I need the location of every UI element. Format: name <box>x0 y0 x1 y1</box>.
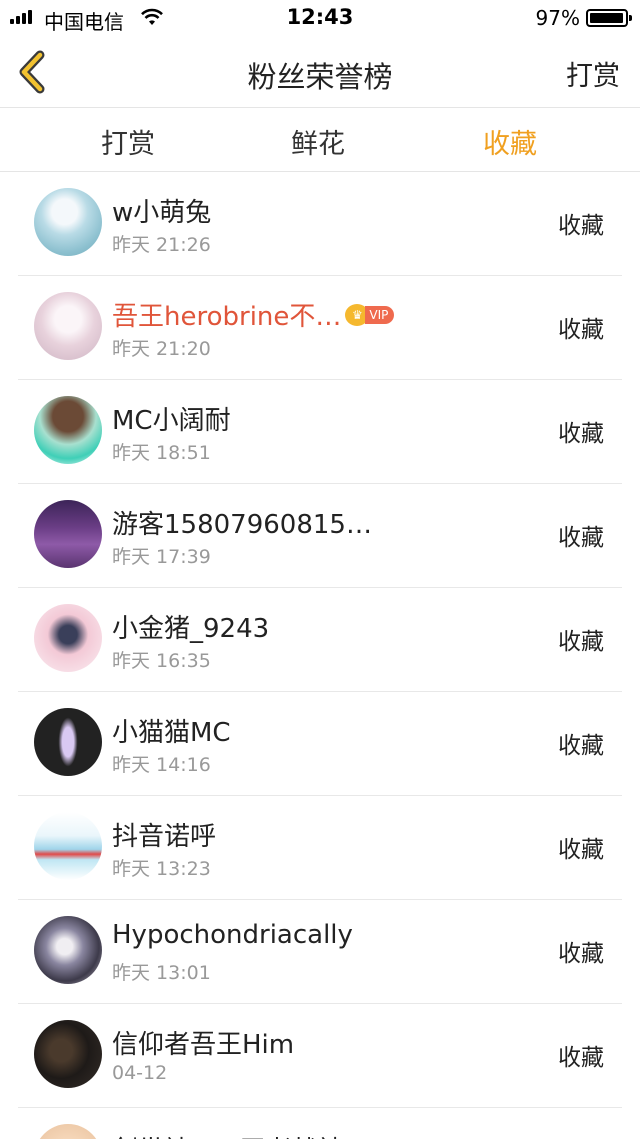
user-name: 剑世神HIM王者战神 <box>112 1130 344 1139</box>
battery-percent: 97% <box>535 6 580 30</box>
tab-flowers[interactable]: 鲜花 <box>248 122 388 161</box>
action-label: 收藏 <box>558 421 604 447</box>
action-label: 收藏 <box>558 837 604 863</box>
list-item[interactable]: 小猫猫MC 昨天 14:16 收藏 <box>18 692 622 796</box>
battery-icon <box>586 9 632 27</box>
user-name: 小猫猫MC <box>112 718 231 748</box>
list-item[interactable]: 小金猪_9243 昨天 16:35 收藏 <box>18 588 622 692</box>
list-item[interactable]: 剑世神HIM王者战神 <box>18 1108 622 1139</box>
tab-favorites[interactable]: 收藏 <box>440 122 580 161</box>
avatar[interactable] <box>34 500 102 568</box>
avatar[interactable] <box>34 396 102 464</box>
list-item[interactable]: MC小阔耐 昨天 18:51 收藏 <box>18 380 622 484</box>
tab-bar: 打赏 鲜花 收藏 <box>0 108 640 172</box>
action-label: 收藏 <box>558 317 604 343</box>
user-name: w小萌兔 <box>112 198 212 228</box>
avatar[interactable] <box>34 708 102 776</box>
action-label: 收藏 <box>558 941 604 967</box>
avatar[interactable] <box>34 292 102 360</box>
action-label: 收藏 <box>558 1045 604 1071</box>
user-name: 吾王herobrine不… <box>112 302 342 332</box>
user-name: 游客15807960815… <box>112 510 372 540</box>
timestamp: 昨天 21:20 <box>112 338 211 360</box>
action-label: 收藏 <box>558 629 604 655</box>
list-item[interactable]: Hypochondriacally 昨天 13:01 收藏 <box>18 900 622 1004</box>
timestamp: 昨天 21:26 <box>112 234 211 256</box>
avatar[interactable] <box>34 604 102 672</box>
list-item[interactable]: 信仰者吾王Him 04-12 收藏 <box>18 1004 622 1108</box>
user-name: 信仰者吾王Him <box>112 1030 295 1060</box>
list-item[interactable]: 吾王herobrine不… ♛ VIP 昨天 21:20 收藏 <box>18 276 622 380</box>
vip-label: VIP <box>365 305 395 324</box>
status-bar: 中国电信 12:43 97% <box>0 0 640 36</box>
avatar[interactable] <box>34 1124 102 1139</box>
timestamp: 昨天 13:23 <box>112 858 211 880</box>
timestamp: 昨天 18:51 <box>112 442 211 464</box>
list-item[interactable]: 游客15807960815… 昨天 17:39 收藏 <box>18 484 622 588</box>
list-item[interactable]: 抖音诺呼 昨天 13:23 收藏 <box>18 796 622 900</box>
user-name: 小金猪_9243 <box>112 614 270 644</box>
avatar[interactable] <box>34 188 102 256</box>
nav-bar: 粉丝荣誉榜 打赏 <box>0 36 640 108</box>
user-name: 抖音诺呼 <box>112 822 217 852</box>
avatar[interactable] <box>34 812 102 880</box>
fan-list: w小萌兔 昨天 21:26 收藏 吾王herobrine不… ♛ VIP 昨天 … <box>0 172 640 1139</box>
avatar[interactable] <box>34 916 102 984</box>
timestamp: 昨天 17:39 <box>112 546 211 568</box>
timestamp: 昨天 14:16 <box>112 754 211 776</box>
vip-badge: ♛ VIP <box>345 303 395 326</box>
action-label: 收藏 <box>558 525 604 551</box>
list-item[interactable]: w小萌兔 昨天 21:26 收藏 <box>18 172 622 276</box>
tab-reward[interactable]: 打赏 <box>58 122 198 161</box>
action-label: 收藏 <box>558 213 604 239</box>
timestamp: 昨天 16:35 <box>112 650 211 672</box>
timestamp: 04-12 <box>112 1062 168 1084</box>
user-name: Hypochondriacally <box>112 920 353 950</box>
timestamp: 昨天 13:01 <box>112 962 211 984</box>
page-title: 粉丝荣誉榜 <box>247 60 393 94</box>
action-label: 收藏 <box>558 733 604 759</box>
avatar[interactable] <box>34 1020 102 1088</box>
reward-button[interactable]: 打赏 <box>566 54 620 93</box>
user-name: MC小阔耐 <box>112 406 231 436</box>
